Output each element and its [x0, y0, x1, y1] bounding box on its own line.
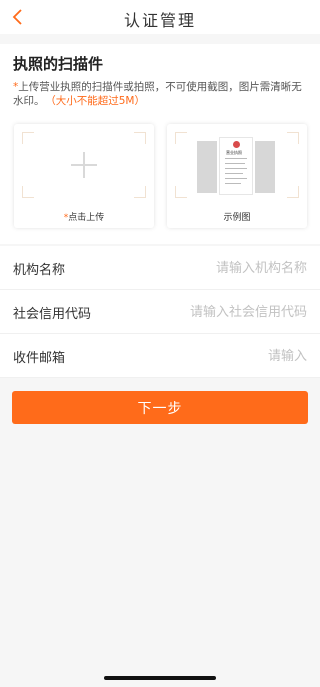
next-button[interactable]: 下一步 [12, 391, 308, 424]
sample-text-line [225, 168, 247, 169]
upload-label-text: 点击上传 [68, 213, 105, 223]
navigation-bar: 认证管理 [0, 0, 320, 34]
frame-corner [134, 132, 146, 144]
sample-text-line [225, 178, 247, 179]
credit-code-label: 社会信用代码 [13, 307, 92, 322]
sample-text-line [225, 173, 243, 174]
example-card[interactable]: 营业执照 示例图 [167, 124, 307, 228]
frame-corner [175, 132, 187, 144]
sample-text-line [225, 163, 245, 164]
plus-icon[interactable] [71, 152, 97, 178]
sample-license-paper: 营业执照 [219, 137, 253, 195]
frame-corner [22, 186, 34, 198]
frame-corner [287, 186, 299, 198]
upload-notice: *上传营业执照的扫描件或拍照，不可使用截图，图片需清晰无水印。 （大小不能超过5M… [13, 80, 311, 108]
sample-text-line [225, 183, 241, 184]
example-label: 示例图 [223, 213, 251, 223]
email-label: 收件邮箱 [13, 351, 66, 366]
email-input[interactable] [137, 342, 307, 370]
frame-corner [287, 132, 299, 144]
page-title: 认证管理 [123, 11, 196, 30]
org-name-input[interactable] [137, 254, 307, 282]
sample-text-line [225, 158, 247, 159]
form-row-email: 收件邮箱 [0, 334, 320, 378]
home-indicator [104, 676, 216, 680]
upload-label: *点击上传 [14, 210, 154, 223]
section-title: 执照的扫描件 [13, 55, 104, 73]
upload-card[interactable]: *点击上传 [14, 124, 154, 228]
org-name-label: 机构名称 [13, 263, 66, 278]
sample-license-image: 营业执照 [197, 137, 275, 197]
form-row-credit-code: 社会信用代码 [0, 290, 320, 334]
credit-code-input[interactable] [137, 298, 307, 326]
frame-corner [22, 132, 34, 144]
seal-icon [233, 141, 240, 148]
sample-side-panel [255, 141, 275, 193]
size-limit-text: （大小不能超过5M） [50, 95, 146, 107]
frame-corner [134, 186, 146, 198]
sample-heading: 营业执照 [226, 150, 242, 155]
form-row-org-name: 机构名称 [0, 246, 320, 290]
organization-form: 机构名称 社会信用代码 收件邮箱 [0, 246, 320, 378]
license-upload-section: 执照的扫描件 *上传营业执照的扫描件或拍照，不可使用截图，图片需清晰无水印。 （大… [0, 44, 320, 244]
sample-side-panel [197, 141, 217, 193]
frame-corner [175, 186, 187, 198]
